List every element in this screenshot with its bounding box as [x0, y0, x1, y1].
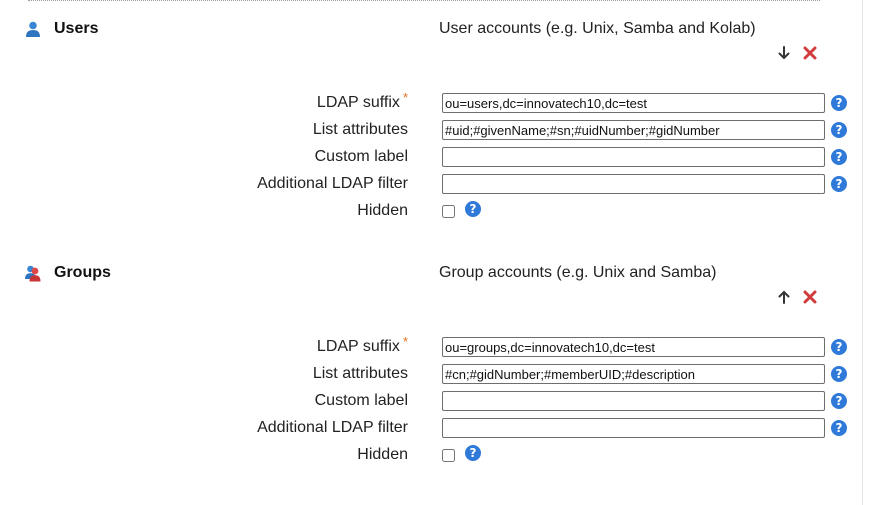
- required-mark: *: [402, 334, 408, 349]
- section-title: Groups: [24, 262, 111, 284]
- help-icon[interactable]: ?: [831, 122, 847, 138]
- right-border: [862, 0, 863, 505]
- ldap-suffix-label: LDAP suffix *: [316, 90, 408, 111]
- help-icon[interactable]: ?: [831, 176, 847, 192]
- custom-label-label: Custom label: [314, 148, 408, 165]
- ldap-suffix-input[interactable]: [442, 337, 825, 357]
- help-icon[interactable]: ?: [831, 95, 847, 111]
- section-actions: [776, 45, 818, 61]
- hidden-row: Hidden ?: [0, 445, 862, 467]
- additional-filter-row: Additional LDAP filter ?: [0, 174, 862, 196]
- section-title: Users: [24, 18, 98, 40]
- top-divider: [28, 0, 820, 1]
- custom-label-row: Custom label ?: [0, 147, 862, 169]
- section-actions: [776, 289, 818, 305]
- list-attributes-input[interactable]: [442, 120, 825, 140]
- ldap-suffix-row: LDAP suffix* ?: [0, 90, 862, 115]
- groups-section: Groups Group accounts (e.g. Unix and Sam…: [0, 262, 862, 502]
- hidden-label: Hidden: [357, 202, 408, 219]
- group-icon: [24, 264, 42, 282]
- section-description: User accounts (e.g. Unix, Samba and Kola…: [439, 20, 756, 37]
- required-mark: *: [402, 90, 408, 105]
- additional-filter-row: Additional LDAP filter ?: [0, 418, 862, 440]
- help-icon[interactable]: ?: [831, 339, 847, 355]
- additional-filter-input[interactable]: [442, 418, 825, 438]
- list-attributes-row: List attributes ?: [0, 120, 862, 142]
- section-description: Group accounts (e.g. Unix and Samba): [439, 264, 717, 281]
- move-down-icon[interactable]: [776, 45, 792, 61]
- delete-icon[interactable]: [802, 45, 818, 61]
- move-up-icon[interactable]: [776, 289, 792, 305]
- list-attributes-label: List attributes: [312, 121, 408, 138]
- custom-label-row: Custom label ?: [0, 391, 862, 413]
- help-icon[interactable]: ?: [831, 149, 847, 165]
- hidden-label: Hidden: [357, 446, 408, 463]
- ldap-suffix-row: LDAP suffix* ?: [0, 334, 862, 359]
- ldap-suffix-input[interactable]: [442, 93, 825, 113]
- list-attributes-row: List attributes ?: [0, 364, 862, 386]
- help-icon[interactable]: ?: [831, 393, 847, 409]
- users-section: Users User accounts (e.g. Unix, Samba an…: [0, 18, 862, 258]
- custom-label-input[interactable]: [442, 391, 825, 411]
- user-icon: [24, 20, 42, 38]
- custom-label-input[interactable]: [442, 147, 825, 167]
- section-title-text: Groups: [54, 264, 111, 281]
- help-icon[interactable]: ?: [831, 366, 847, 382]
- list-attributes-input[interactable]: [442, 364, 825, 384]
- ldap-suffix-label: LDAP suffix *: [316, 334, 408, 355]
- help-icon[interactable]: ?: [831, 420, 847, 436]
- section-title-text: Users: [54, 20, 99, 37]
- help-icon[interactable]: ?: [465, 445, 481, 461]
- additional-filter-label: Additional LDAP filter: [257, 419, 408, 436]
- delete-icon[interactable]: [802, 289, 818, 305]
- custom-label-label: Custom label: [314, 392, 408, 409]
- list-attributes-label: List attributes: [312, 365, 408, 382]
- additional-filter-input[interactable]: [442, 174, 825, 194]
- hidden-row: Hidden ?: [0, 201, 862, 223]
- hidden-checkbox[interactable]: [442, 449, 455, 462]
- hidden-checkbox[interactable]: [442, 205, 455, 218]
- help-icon[interactable]: ?: [465, 201, 481, 217]
- additional-filter-label: Additional LDAP filter: [257, 175, 408, 192]
